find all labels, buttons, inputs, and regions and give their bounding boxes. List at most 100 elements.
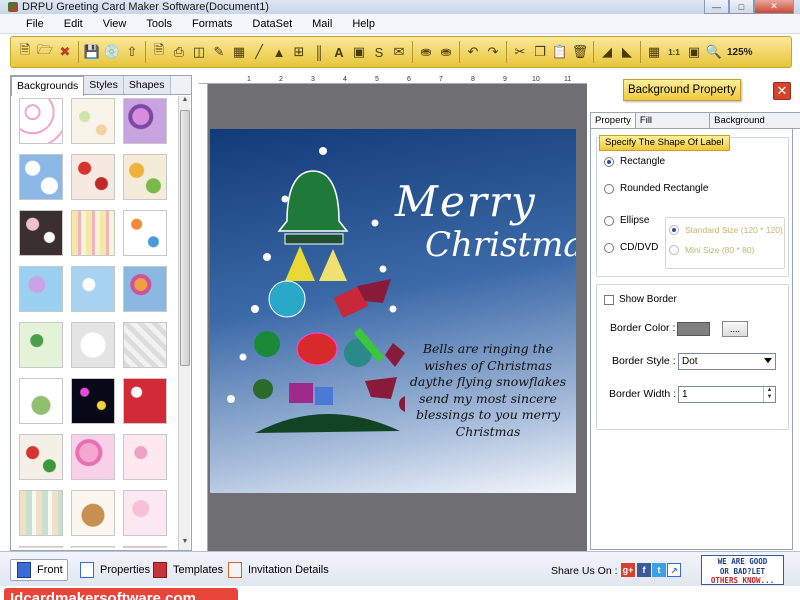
shapes-tool-icon[interactable]: ▲ xyxy=(270,43,288,61)
background-thumbnail[interactable] xyxy=(19,434,63,480)
background-thumbnail[interactable] xyxy=(71,154,115,200)
copy-pages-icon[interactable]: ◫ xyxy=(190,43,208,61)
signature-icon[interactable]: S xyxy=(370,43,388,61)
tab-properties[interactable]: Properties xyxy=(80,559,150,581)
background-thumbnail[interactable] xyxy=(123,98,167,144)
new-file-icon[interactable]: 🗎 xyxy=(16,42,34,61)
tab-property[interactable]: Property xyxy=(590,112,636,129)
actual-size-icon[interactable]: 1:1 xyxy=(665,43,683,61)
pencil-tool-icon[interactable]: ✎ xyxy=(210,43,228,61)
background-thumbnail[interactable] xyxy=(123,322,167,368)
spinner-arrows-icon[interactable]: ▲ ▼ xyxy=(763,387,775,402)
fit-to-window-icon[interactable]: ▣ xyxy=(685,43,703,61)
cut-icon[interactable]: ✂ xyxy=(511,43,529,61)
radio-button-checked[interactable] xyxy=(604,156,614,167)
minimize-button[interactable]: — xyxy=(704,0,729,14)
picture-icon[interactable]: ▣ xyxy=(350,43,368,61)
line-tool-icon[interactable]: ╱ xyxy=(250,43,268,61)
border-style-select[interactable]: Dot xyxy=(678,353,776,370)
checkbox[interactable] xyxy=(604,294,614,305)
chevron-down-icon[interactable] xyxy=(764,358,772,363)
card-title-line1[interactable]: Merry xyxy=(395,177,537,226)
background-thumbnail[interactable] xyxy=(71,546,115,548)
database-settings-icon[interactable]: ⛂ xyxy=(437,43,455,61)
border-color-swatch[interactable] xyxy=(677,322,710,336)
tab-styles[interactable]: Styles xyxy=(84,76,124,94)
zoom-level[interactable]: 125% xyxy=(727,47,753,58)
maximize-button[interactable]: □ xyxy=(729,0,754,14)
radio-ellipse[interactable]: Ellipse xyxy=(604,215,649,226)
background-thumbnail[interactable] xyxy=(123,490,167,536)
background-thumbnail[interactable] xyxy=(71,266,115,312)
background-thumbnail[interactable] xyxy=(123,434,167,480)
menu-mail[interactable]: Mail xyxy=(302,14,342,34)
grid-view-icon[interactable]: ▦ xyxy=(645,43,663,61)
menu-view[interactable]: View xyxy=(93,14,137,34)
background-thumbnail[interactable] xyxy=(123,546,167,548)
tab-invitation-details[interactable]: Invitation Details xyxy=(228,559,329,581)
show-border-checkbox[interactable]: Show Border xyxy=(604,294,677,305)
menu-dataset[interactable]: DataSet xyxy=(242,14,302,34)
background-thumbnail[interactable] xyxy=(71,210,115,256)
radio-button[interactable] xyxy=(604,183,614,194)
radio-button[interactable] xyxy=(604,215,614,226)
delete-icon[interactable]: 🗑 xyxy=(571,43,589,61)
radio-rectangle[interactable]: Rectangle xyxy=(604,156,665,167)
background-thumbnail[interactable] xyxy=(123,154,167,200)
background-thumbnail[interactable] xyxy=(19,210,63,256)
image-tool-icon[interactable]: ▦ xyxy=(230,43,248,61)
tab-backgrounds[interactable]: Backgrounds xyxy=(11,76,85,96)
background-thumbnail[interactable] xyxy=(19,322,63,368)
menu-help[interactable]: Help xyxy=(342,14,385,34)
background-thumbnail[interactable] xyxy=(71,98,115,144)
tab-background-effects[interactable]: Background Effects xyxy=(709,112,800,142)
background-thumbnail[interactable] xyxy=(71,322,115,368)
database-icon[interactable]: ⛂ xyxy=(417,43,435,61)
menu-tools[interactable]: Tools xyxy=(136,14,182,34)
barcode-icon[interactable]: ║ xyxy=(310,43,328,61)
google-plus-icon[interactable]: g+ xyxy=(621,563,635,577)
print-preview-icon[interactable]: 🗎 xyxy=(150,42,168,61)
zoom-icon[interactable]: 🔍 xyxy=(705,43,723,61)
border-color-picker-button[interactable]: .... xyxy=(722,321,748,337)
background-thumbnail[interactable] xyxy=(19,154,63,200)
tab-front[interactable]: Front xyxy=(10,559,68,581)
border-width-stepper[interactable]: 1 ▲ ▼ xyxy=(678,386,776,403)
open-folder-icon[interactable]: 🗁 xyxy=(36,42,54,61)
save-as-icon[interactable]: 💿 xyxy=(103,43,121,61)
scroll-up-icon[interactable]: ▲ xyxy=(179,96,191,108)
radio-button[interactable] xyxy=(604,242,614,253)
background-thumbnail[interactable] xyxy=(71,434,115,480)
greeting-card[interactable]: Merry Christmas Bells are ringing the wi… xyxy=(210,129,576,493)
text-tool-icon[interactable]: A xyxy=(330,43,348,61)
scrollbar-thumb[interactable] xyxy=(180,110,190,366)
menu-edit[interactable]: Edit xyxy=(54,14,93,34)
card-message[interactable]: Bells are ringing the wishes of Christma… xyxy=(402,341,574,440)
copy-icon[interactable]: ❐ xyxy=(531,43,549,61)
radio-cd-dvd[interactable]: CD/DVD xyxy=(604,242,658,253)
radio-button-checked[interactable] xyxy=(669,225,679,235)
bring-forward-icon[interactable]: ◢ xyxy=(598,43,616,61)
tab-fill-background[interactable]: Fill Background xyxy=(634,112,711,142)
christmas-tree-illustration[interactable] xyxy=(215,131,405,441)
grid-tool-icon[interactable]: ⊞ xyxy=(290,43,308,61)
radio-button[interactable] xyxy=(669,245,679,255)
background-property-button[interactable]: Background Property xyxy=(623,79,741,101)
background-thumbnail[interactable] xyxy=(123,266,167,312)
background-thumbnail[interactable] xyxy=(123,210,167,256)
tab-templates[interactable]: Templates xyxy=(153,559,223,581)
background-thumbnail[interactable] xyxy=(19,546,63,548)
feedback-badge[interactable]: WE ARE GOOD OR BAD?LET OTHERS KNOW... xyxy=(701,555,784,585)
background-thumbnail[interactable] xyxy=(19,490,63,536)
menu-file[interactable]: File xyxy=(0,14,54,34)
scroll-down-icon[interactable]: ▼ xyxy=(179,538,191,550)
thumbnail-scrollbar[interactable]: ▲ ▼ xyxy=(178,96,190,550)
radio-mini-size[interactable]: Mini Size (80 * 80) xyxy=(669,245,754,255)
save-icon[interactable]: 💾 xyxy=(83,43,101,61)
undo-icon[interactable]: ↶ xyxy=(464,43,482,61)
card-title-line2[interactable]: Christmas xyxy=(425,225,576,265)
radio-rounded-rectangle[interactable]: Rounded Rectangle xyxy=(604,183,708,194)
background-thumbnail[interactable] xyxy=(19,266,63,312)
close-document-icon[interactable]: ✖ xyxy=(56,43,74,61)
print-icon[interactable]: ⎙ xyxy=(170,43,188,61)
